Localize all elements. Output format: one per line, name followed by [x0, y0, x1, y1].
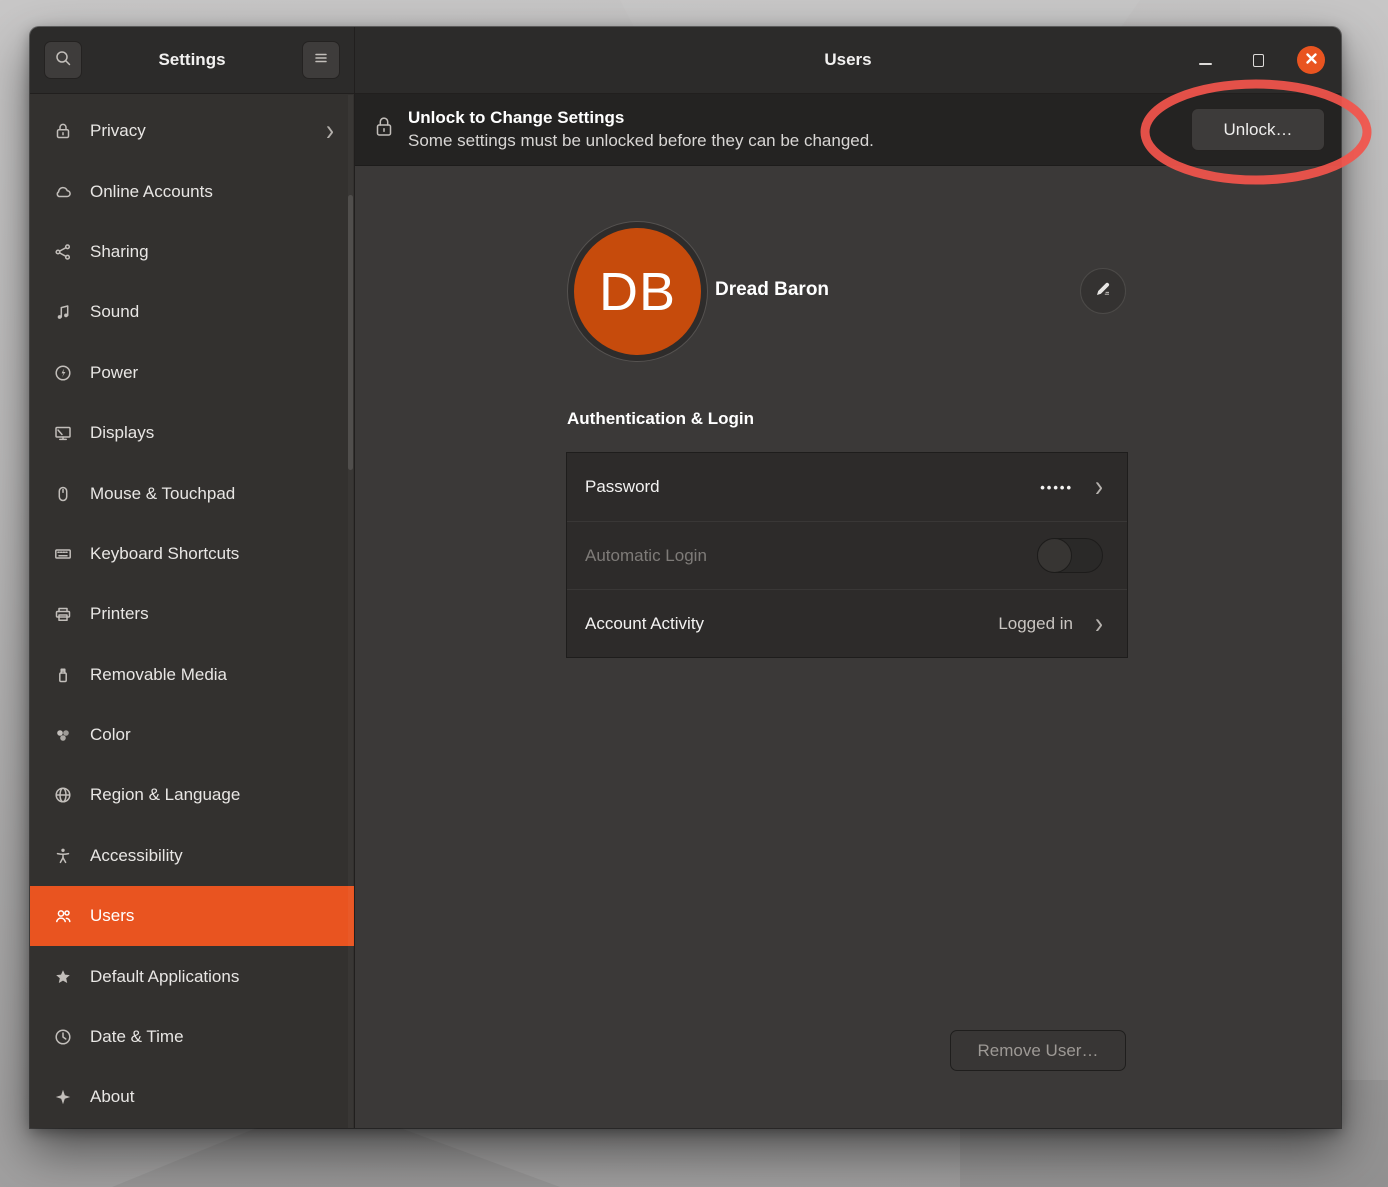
sidebar-item-region-language[interactable]: Region & Language [30, 765, 354, 825]
account-activity-value: Logged in [998, 614, 1073, 634]
sidebar-item-online-accounts[interactable]: Online Accounts [30, 161, 354, 221]
avatar-initials: DB [574, 228, 701, 355]
sidebar-item-mouse-touchpad[interactable]: Mouse & Touchpad [30, 463, 354, 523]
window-controls [1191, 27, 1325, 93]
sidebar-item-label: Color [90, 725, 334, 745]
sidebar: Settings Privacy › Online Accounts [30, 27, 355, 1128]
sidebar-item-label: Privacy [90, 121, 326, 141]
users-content: DB Dread Baron Authentication & Login Pa… [355, 166, 1341, 1128]
color-circles-icon [52, 724, 74, 746]
sidebar-item-label: Sound [90, 302, 334, 322]
power-icon [52, 362, 74, 384]
usb-drive-icon [52, 664, 74, 686]
sidebar-item-label: Power [90, 363, 334, 383]
auth-login-list: Password ••••• › Automatic Login Account… [566, 452, 1128, 658]
infobar-text: Unlock to Change Settings Some settings … [408, 107, 1178, 152]
chevron-right-icon: › [1095, 472, 1103, 502]
sidebar-item-date-time[interactable]: Date & Time [30, 1007, 354, 1067]
display-icon [52, 422, 74, 444]
sidebar-item-label: Displays [90, 423, 334, 443]
infobar-subtitle: Some settings must be unlocked before th… [408, 130, 1178, 152]
sidebar-item-sharing[interactable]: Sharing [30, 222, 354, 282]
sidebar-item-label: Default Applications [90, 967, 334, 987]
row-label: Automatic Login [585, 546, 1037, 566]
mouse-icon [52, 483, 74, 505]
sidebar-item-label: Online Accounts [90, 182, 334, 202]
sidebar-item-label: Users [90, 906, 334, 926]
automatic-login-toggle[interactable] [1037, 538, 1103, 573]
sidebar-item-accessibility[interactable]: Accessibility [30, 826, 354, 886]
chevron-right-icon: › [1095, 609, 1103, 639]
row-label: Account Activity [585, 614, 998, 634]
cloud-icon [52, 181, 74, 203]
sidebar-nav: Privacy › Online Accounts Sharing So [30, 94, 354, 1128]
users-icon [52, 905, 74, 927]
minimize-icon [1199, 63, 1212, 65]
sidebar-item-label: Printers [90, 604, 334, 624]
music-note-icon [52, 301, 74, 323]
sidebar-item-label: Removable Media [90, 665, 334, 685]
sidebar-item-color[interactable]: Color [30, 705, 354, 765]
password-dots: ••••• [1040, 480, 1073, 495]
sidebar-item-power[interactable]: Power [30, 343, 354, 403]
sidebar-item-label: Sharing [90, 242, 334, 262]
row-label: Password [585, 477, 1040, 497]
auth-section-heading: Authentication & Login [567, 409, 754, 429]
clock-icon [52, 1026, 74, 1048]
sidebar-item-label: Date & Time [90, 1027, 334, 1047]
user-full-name: Dread Baron [715, 279, 829, 301]
sidebar-item-printers[interactable]: Printers [30, 584, 354, 644]
edit-name-button[interactable] [1080, 268, 1126, 314]
lock-icon [52, 120, 74, 142]
sidebar-header: Settings [30, 27, 354, 94]
remove-user-button[interactable]: Remove User… [950, 1030, 1126, 1071]
primary-menu-button[interactable] [302, 41, 340, 79]
account-activity-row[interactable]: Account Activity Logged in › [567, 589, 1127, 657]
hamburger-menu-icon [311, 48, 331, 73]
pencil-icon [1092, 278, 1114, 305]
password-row[interactable]: Password ••••• › [567, 453, 1127, 521]
share-icon [52, 241, 74, 263]
keyboard-icon [52, 543, 74, 565]
close-icon [1305, 50, 1318, 70]
sparkle-icon [52, 1086, 74, 1108]
printer-icon [52, 603, 74, 625]
sidebar-item-label: Region & Language [90, 785, 334, 805]
maximize-icon [1253, 54, 1264, 67]
sidebar-scrollbar[interactable] [348, 95, 353, 1128]
sidebar-item-label: Keyboard Shortcuts [90, 544, 334, 564]
sidebar-item-default-applications[interactable]: Default Applications [30, 946, 354, 1006]
settings-window: Settings Privacy › Online Accounts [30, 27, 1341, 1128]
search-icon [53, 48, 73, 73]
sidebar-item-label: Accessibility [90, 846, 334, 866]
headerbar: Users [355, 27, 1341, 94]
lock-icon [373, 114, 395, 145]
app-title: Settings [158, 50, 225, 70]
sidebar-item-keyboard-shortcuts[interactable]: Keyboard Shortcuts [30, 524, 354, 584]
sidebar-item-privacy[interactable]: Privacy › [30, 101, 354, 161]
sidebar-item-about[interactable]: About [30, 1067, 354, 1127]
sidebar-item-sound[interactable]: Sound [30, 282, 354, 342]
sidebar-scrollbar-thumb[interactable] [348, 195, 353, 470]
star-icon [52, 966, 74, 988]
sidebar-item-removable-media[interactable]: Removable Media [30, 645, 354, 705]
maximize-button[interactable] [1244, 46, 1272, 74]
user-avatar[interactable]: DB [567, 221, 708, 362]
infobar-title: Unlock to Change Settings [408, 107, 1178, 130]
minimize-button[interactable] [1191, 46, 1219, 74]
accessibility-icon [52, 845, 74, 867]
close-button[interactable] [1297, 46, 1325, 74]
automatic-login-row: Automatic Login [567, 521, 1127, 589]
chevron-right-icon: › [326, 116, 334, 146]
sidebar-item-label: About [90, 1087, 334, 1107]
sidebar-item-users[interactable]: Users [30, 886, 354, 946]
search-button[interactable] [44, 41, 82, 79]
unlock-button[interactable]: Unlock… [1191, 108, 1325, 151]
main-panel: Users Unlock to Change Settings Some set… [355, 27, 1341, 1128]
sidebar-item-label: Mouse & Touchpad [90, 484, 334, 504]
globe-icon [52, 784, 74, 806]
toggle-knob [1037, 538, 1072, 573]
unlock-infobar: Unlock to Change Settings Some settings … [355, 94, 1341, 166]
sidebar-item-displays[interactable]: Displays [30, 403, 354, 463]
